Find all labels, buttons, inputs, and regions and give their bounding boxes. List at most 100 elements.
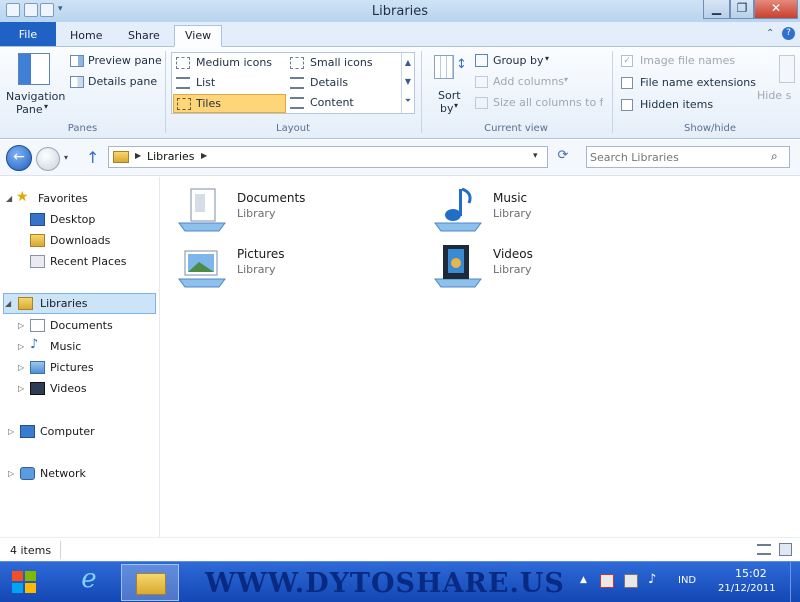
- layout-group-label: Layout: [276, 123, 310, 134]
- collapse-arrow-icon[interactable]: ◢: [6, 194, 12, 203]
- expand-arrow-icon[interactable]: ▷: [8, 427, 14, 436]
- library-videos[interactable]: Videos Library: [431, 241, 651, 293]
- navigation-pane-label[interactable]: Navigation: [6, 90, 65, 103]
- navigation-pane-label-2[interactable]: Pane: [16, 103, 43, 116]
- up-arrow-icon[interactable]: ↑: [86, 148, 99, 167]
- nav-recent-places[interactable]: Recent Places: [28, 252, 158, 272]
- clock-time[interactable]: 15:02: [735, 567, 767, 580]
- layout-details[interactable]: Details: [310, 76, 348, 89]
- show-desktop-button[interactable]: [790, 562, 800, 602]
- documents-icon: [30, 319, 45, 332]
- ribbon-collapse-icon[interactable]: ⌃: [766, 28, 774, 39]
- tab-file[interactable]: File: [0, 22, 56, 46]
- nav-network-label: Network: [40, 467, 86, 480]
- address-bar[interactable]: ▶ Libraries ▶ ▾: [108, 146, 548, 168]
- expand-arrow-icon[interactable]: ▷: [8, 469, 14, 478]
- nav-computer[interactable]: ▷ Computer: [8, 422, 158, 442]
- internet-explorer-icon[interactable]: e: [62, 564, 116, 600]
- hide-selected-label[interactable]: Hide s: [757, 89, 791, 102]
- expand-arrow-icon[interactable]: ▷: [18, 342, 24, 351]
- layout-list[interactable]: List: [196, 76, 215, 89]
- search-box[interactable]: ⌕: [586, 146, 790, 168]
- address-dropdown-icon[interactable]: ▾: [533, 151, 538, 161]
- hidden-items-checkbox[interactable]: [621, 99, 633, 111]
- window-title: Libraries: [371, 4, 429, 19]
- layout-medium-icons[interactable]: Medium icons: [196, 56, 272, 69]
- expand-arrow-icon[interactable]: ▷: [18, 321, 24, 330]
- layout-scroll[interactable]: ▲ ▼ ⏷: [401, 53, 414, 113]
- nav-favorites[interactable]: ◢ ★ Favorites: [6, 189, 158, 209]
- taskbar-explorer-button[interactable]: [121, 564, 179, 601]
- tab-share[interactable]: Share: [118, 26, 170, 47]
- nav-downloads-label: Downloads: [50, 234, 111, 247]
- layout-tiles-selected[interactable]: Tiles: [173, 94, 286, 113]
- small-icons-icon: [290, 57, 304, 69]
- add-columns-icon: [475, 76, 488, 88]
- close-button[interactable]: ✕: [754, 0, 798, 19]
- nav-libraries[interactable]: ◢ Libraries: [3, 293, 156, 314]
- tile-type: Library: [237, 263, 276, 276]
- expand-arrow-icon[interactable]: ▷: [18, 384, 24, 393]
- sort-by-icon[interactable]: [434, 55, 454, 79]
- library-pictures[interactable]: Pictures Library: [175, 241, 395, 293]
- clock-date[interactable]: 21/12/2011: [718, 583, 776, 594]
- nav-videos[interactable]: ▷ Videos: [18, 379, 158, 399]
- group-by-dropdown-icon[interactable]: ▾: [545, 54, 549, 63]
- group-by-button[interactable]: Group by: [493, 54, 543, 67]
- show-hidden-icons-icon[interactable]: ▲: [580, 575, 587, 585]
- nav-music[interactable]: ▷ ♪ Music: [18, 337, 158, 357]
- nav-network[interactable]: ▷ Network: [8, 464, 158, 484]
- size-all-columns-button[interactable]: Size all columns to fit: [493, 96, 603, 109]
- maximize-button[interactable]: ❐: [730, 0, 754, 19]
- add-columns-button[interactable]: Add columns: [493, 75, 564, 88]
- add-columns-dropdown-icon[interactable]: ▾: [564, 75, 568, 84]
- network-status-icon[interactable]: [624, 574, 638, 588]
- group-separator: [165, 51, 166, 133]
- hide-selected-icon[interactable]: [779, 55, 795, 83]
- computer-icon: [20, 425, 35, 438]
- sort-by-label-2[interactable]: by: [440, 102, 454, 115]
- sort-arrow-icon: ↕: [456, 57, 467, 72]
- preview-pane-button[interactable]: Preview pane: [88, 54, 162, 67]
- breadcrumb-libraries[interactable]: Libraries: [147, 150, 195, 163]
- tab-home[interactable]: Home: [60, 26, 112, 47]
- details-view-icon[interactable]: [757, 544, 771, 555]
- action-center-icon[interactable]: [600, 574, 614, 588]
- forward-button[interactable]: [36, 147, 60, 171]
- tab-view[interactable]: View: [174, 25, 223, 47]
- breadcrumb-separator-icon[interactable]: ▶: [135, 151, 141, 160]
- nav-favorites-label: Favorites: [38, 192, 88, 205]
- nav-pictures[interactable]: ▷ Pictures: [18, 358, 158, 378]
- help-icon[interactable]: ?: [782, 27, 795, 40]
- details-pane-button[interactable]: Details pane: [88, 75, 157, 88]
- layout-content[interactable]: Content: [310, 96, 354, 109]
- address-toolbar: ← ▾ ↑ ▶ Libraries ▶ ▾ ⟳ ⌕: [0, 140, 800, 176]
- image-file-names-checkbox[interactable]: ✓: [621, 55, 633, 67]
- minimize-button[interactable]: ▁: [703, 0, 730, 19]
- search-input[interactable]: [590, 149, 760, 165]
- nav-downloads[interactable]: Downloads: [28, 231, 158, 251]
- pictures-icon: [30, 361, 45, 374]
- library-music[interactable]: Music Library: [431, 185, 651, 237]
- input-language[interactable]: IND: [678, 575, 696, 586]
- breadcrumb-separator-icon[interactable]: ▶: [201, 151, 207, 160]
- layout-small-icons[interactable]: Small icons: [310, 56, 373, 69]
- file-name-extensions-checkbox[interactable]: [621, 77, 633, 89]
- layout-tiles[interactable]: Tiles: [196, 97, 221, 110]
- recent-locations-dropdown-icon[interactable]: ▾: [64, 153, 68, 162]
- refresh-icon[interactable]: ⟳: [552, 148, 574, 168]
- start-button[interactable]: [10, 569, 38, 595]
- sort-dropdown-icon[interactable]: ▾: [454, 101, 458, 110]
- volume-icon[interactable]: ♪: [648, 572, 656, 587]
- nav-desktop[interactable]: Desktop: [28, 210, 158, 230]
- navigation-pane-dropdown-icon[interactable]: ▾: [44, 102, 48, 111]
- expand-arrow-icon[interactable]: ▷: [18, 363, 24, 372]
- search-icon[interactable]: ⌕: [771, 149, 778, 164]
- library-documents[interactable]: Documents Library: [175, 185, 395, 237]
- nav-documents-label: Documents: [50, 319, 113, 332]
- large-icons-view-icon[interactable]: [779, 543, 792, 556]
- back-button[interactable]: ←: [6, 145, 32, 171]
- collapse-arrow-icon[interactable]: ◢: [5, 299, 11, 308]
- navigation-pane-icon[interactable]: [18, 53, 50, 85]
- nav-documents[interactable]: ▷ Documents: [18, 316, 158, 336]
